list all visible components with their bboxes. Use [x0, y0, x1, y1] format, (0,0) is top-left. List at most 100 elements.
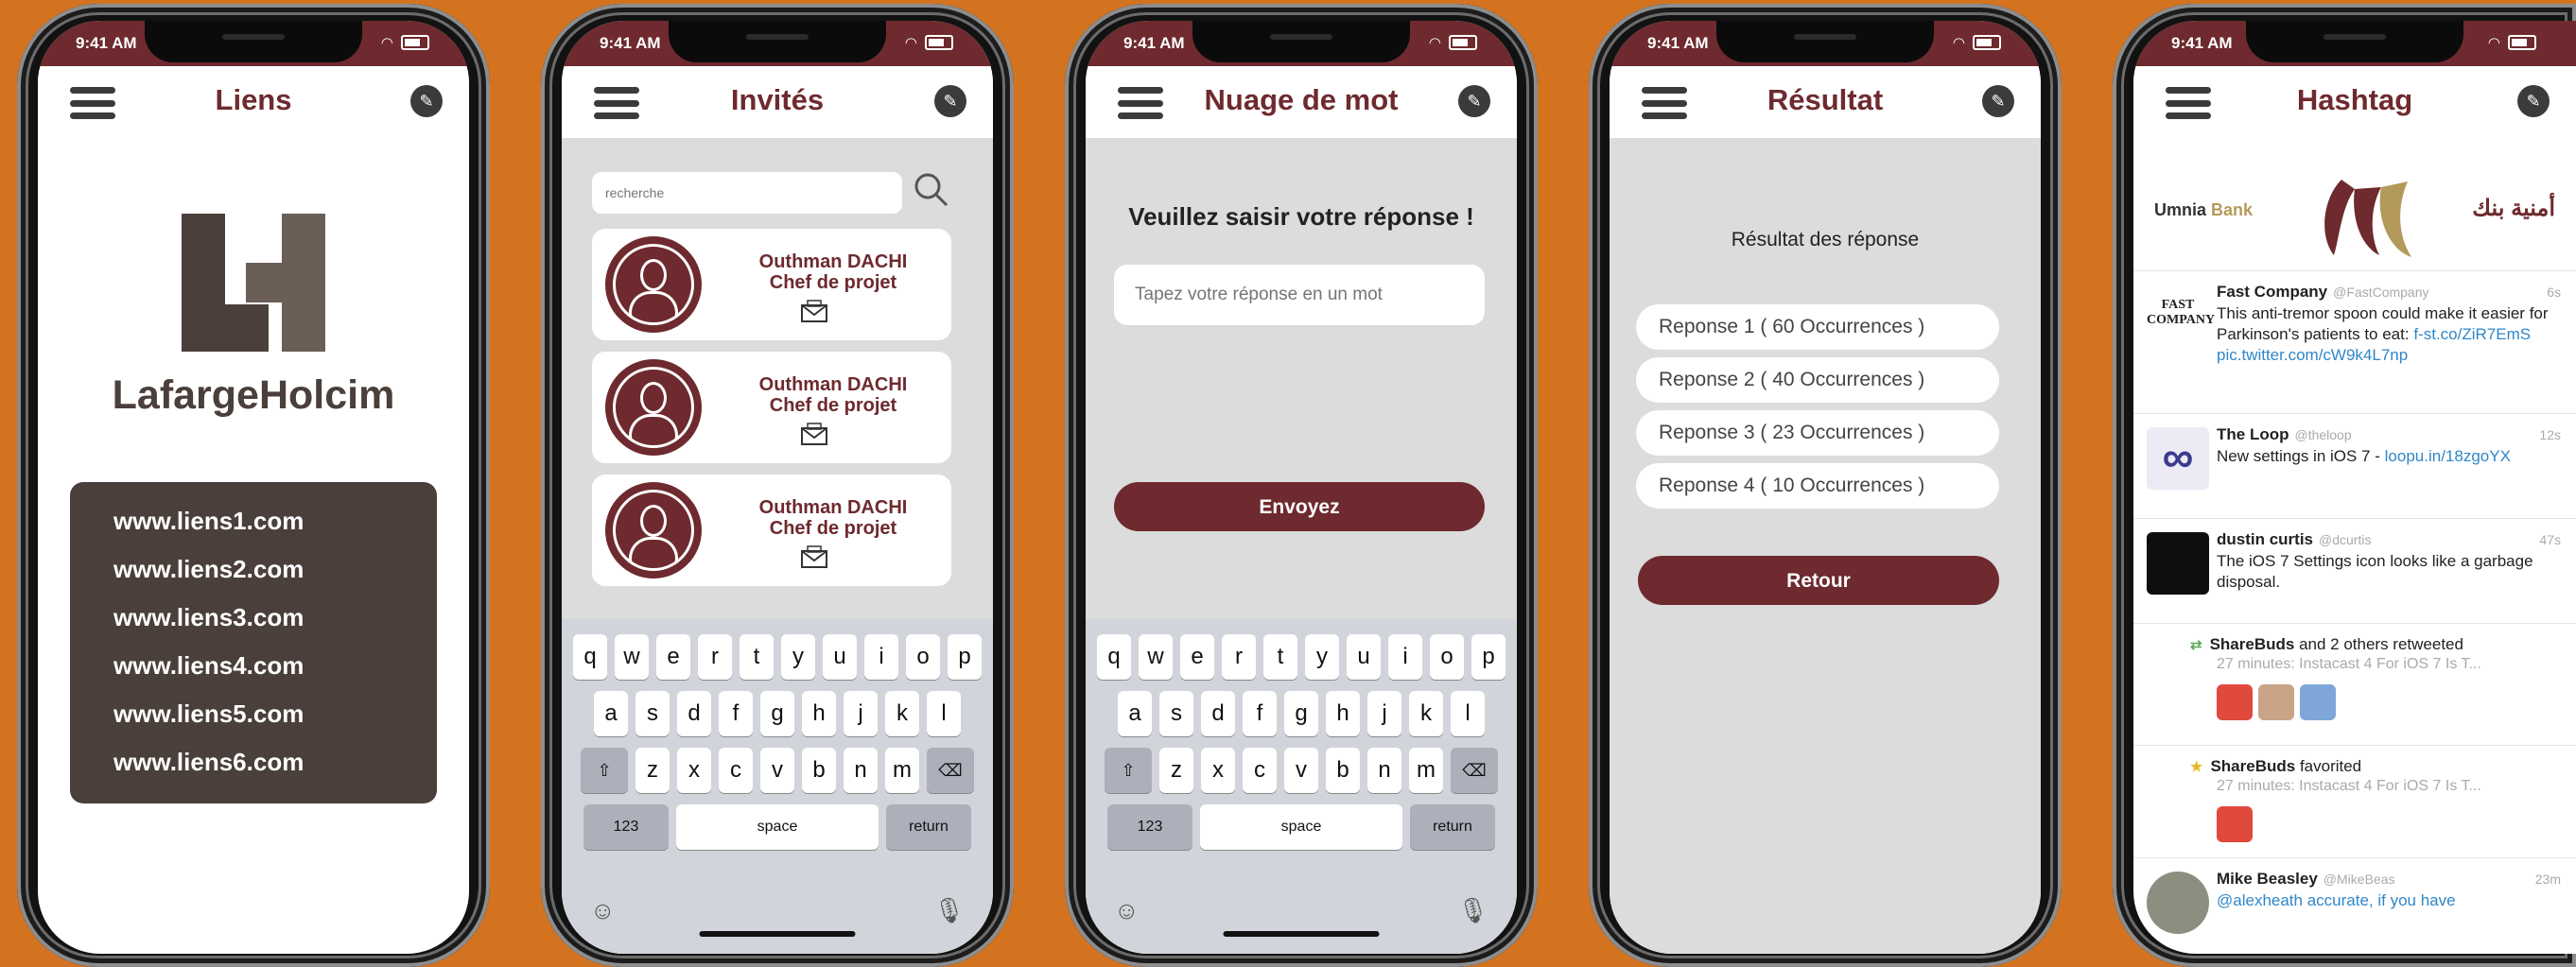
- mail-icon[interactable]: [800, 544, 828, 569]
- link-3[interactable]: www.liens3.com: [113, 594, 437, 642]
- key[interactable]: d: [677, 691, 711, 736]
- key[interactable]: b: [802, 748, 836, 793]
- mail-icon[interactable]: [800, 422, 828, 446]
- result-item[interactable]: Reponse 3 ( 23 Occurrences ): [1636, 410, 1999, 456]
- key[interactable]: c: [1243, 748, 1277, 793]
- key[interactable]: k: [885, 691, 919, 736]
- key[interactable]: s: [635, 691, 670, 736]
- key[interactable]: t: [740, 634, 774, 680]
- key[interactable]: o: [1430, 634, 1464, 680]
- key[interactable]: u: [823, 634, 857, 680]
- key[interactable]: p: [1471, 634, 1506, 680]
- tweet[interactable]: ∞ The Loop @theloop 12s New settings in i…: [2133, 414, 2576, 519]
- result-item[interactable]: Reponse 1 ( 60 Occurrences ): [1636, 304, 1999, 350]
- return-key[interactable]: return: [886, 804, 971, 850]
- guest-card[interactable]: Outhman DACHI Chef de projet: [592, 475, 951, 586]
- key[interactable]: q: [573, 634, 607, 680]
- emoji-icon[interactable]: ☺: [1114, 896, 1140, 925]
- return-key[interactable]: return: [1410, 804, 1495, 850]
- search-input[interactable]: [592, 172, 902, 214]
- microphone-icon[interactable]: 🎙: [1457, 896, 1488, 925]
- tweet[interactable]: Mike Beasley @MikeBeas 23m @alexheath acc…: [2133, 858, 2576, 934]
- key[interactable]: r: [1222, 634, 1256, 680]
- back-button[interactable]: Retour: [1638, 556, 1999, 605]
- key[interactable]: m: [1409, 748, 1443, 793]
- key[interactable]: z: [1159, 748, 1193, 793]
- key[interactable]: g: [1284, 691, 1318, 736]
- key[interactable]: l: [927, 691, 961, 736]
- home-indicator[interactable]: [699, 931, 856, 937]
- space-key[interactable]: space: [1200, 804, 1402, 850]
- delete-key[interactable]: ⌫: [1451, 748, 1498, 793]
- guest-card[interactable]: Outhman DACHI Chef de projet: [592, 229, 951, 340]
- key[interactable]: h: [1326, 691, 1360, 736]
- key[interactable]: f: [1243, 691, 1277, 736]
- retweet-notification[interactable]: ⇄ ShareBuds and 2 others retweeted 27 min…: [2133, 624, 2576, 746]
- key[interactable]: y: [781, 634, 815, 680]
- favorite-notification[interactable]: ★ ShareBuds favorited 27 minutes: Instaca…: [2133, 746, 2576, 858]
- mail-icon[interactable]: [800, 299, 828, 323]
- shift-key[interactable]: ⇧: [1105, 748, 1152, 793]
- key[interactable]: r: [698, 634, 732, 680]
- numbers-key[interactable]: 123: [1107, 804, 1192, 850]
- microphone-icon[interactable]: 🎙: [933, 896, 965, 925]
- space-key[interactable]: space: [676, 804, 879, 850]
- edit-icon[interactable]: ✎: [1458, 85, 1490, 117]
- key[interactable]: c: [719, 748, 753, 793]
- key[interactable]: j: [844, 691, 878, 736]
- key[interactable]: i: [1388, 634, 1422, 680]
- emoji-icon[interactable]: ☺: [590, 896, 616, 925]
- key[interactable]: q: [1097, 634, 1131, 680]
- key[interactable]: k: [1409, 691, 1443, 736]
- result-item[interactable]: Reponse 4 ( 10 Occurrences ): [1636, 463, 1999, 509]
- key[interactable]: a: [594, 691, 628, 736]
- link-4[interactable]: www.liens4.com: [113, 642, 437, 690]
- link-5[interactable]: www.liens5.com: [113, 690, 437, 738]
- key[interactable]: i: [864, 634, 898, 680]
- home-indicator[interactable]: [1223, 931, 1380, 937]
- key[interactable]: m: [885, 748, 919, 793]
- key[interactable]: v: [1284, 748, 1318, 793]
- key[interactable]: j: [1367, 691, 1401, 736]
- key[interactable]: n: [844, 748, 878, 793]
- key[interactable]: g: [760, 691, 794, 736]
- tweet[interactable]: FAST COMPANY Fast Company @FastCompany 6s…: [2133, 271, 2576, 414]
- tweet[interactable]: dustin curtis @dcurtis 47s The iOS 7 Sett…: [2133, 519, 2576, 624]
- edit-icon[interactable]: ✎: [2517, 85, 2550, 117]
- key[interactable]: l: [1451, 691, 1485, 736]
- key[interactable]: z: [635, 748, 670, 793]
- key[interactable]: o: [906, 634, 940, 680]
- key[interactable]: y: [1305, 634, 1339, 680]
- key[interactable]: e: [656, 634, 690, 680]
- key[interactable]: f: [719, 691, 753, 736]
- link-2[interactable]: www.liens2.com: [113, 545, 437, 594]
- key[interactable]: u: [1347, 634, 1381, 680]
- guest-card[interactable]: Outhman DACHI Chef de projet: [592, 352, 951, 463]
- search-icon[interactable]: [912, 170, 949, 208]
- key[interactable]: w: [615, 634, 649, 680]
- key[interactable]: b: [1326, 748, 1360, 793]
- edit-icon[interactable]: ✎: [1982, 85, 2014, 117]
- shift-key[interactable]: ⇧: [581, 748, 628, 793]
- key[interactable]: x: [1201, 748, 1235, 793]
- submit-button[interactable]: Envoyez: [1114, 482, 1485, 531]
- key[interactable]: w: [1139, 634, 1173, 680]
- key[interactable]: n: [1367, 748, 1401, 793]
- link-1[interactable]: www.liens1.com: [113, 497, 437, 545]
- tweet-link[interactable]: loopu.in/18zgoYX: [2385, 447, 2511, 465]
- delete-key[interactable]: ⌫: [927, 748, 974, 793]
- key[interactable]: v: [760, 748, 794, 793]
- key[interactable]: h: [802, 691, 836, 736]
- key[interactable]: s: [1159, 691, 1193, 736]
- answer-input[interactable]: [1114, 265, 1485, 325]
- link-6[interactable]: www.liens6.com: [113, 738, 437, 786]
- key[interactable]: t: [1263, 634, 1297, 680]
- key[interactable]: x: [677, 748, 711, 793]
- edit-icon[interactable]: ✎: [934, 85, 966, 117]
- result-item[interactable]: Reponse 2 ( 40 Occurrences ): [1636, 357, 1999, 403]
- key[interactable]: e: [1180, 634, 1214, 680]
- key[interactable]: a: [1118, 691, 1152, 736]
- key[interactable]: p: [948, 634, 982, 680]
- key[interactable]: d: [1201, 691, 1235, 736]
- edit-icon[interactable]: ✎: [410, 85, 443, 117]
